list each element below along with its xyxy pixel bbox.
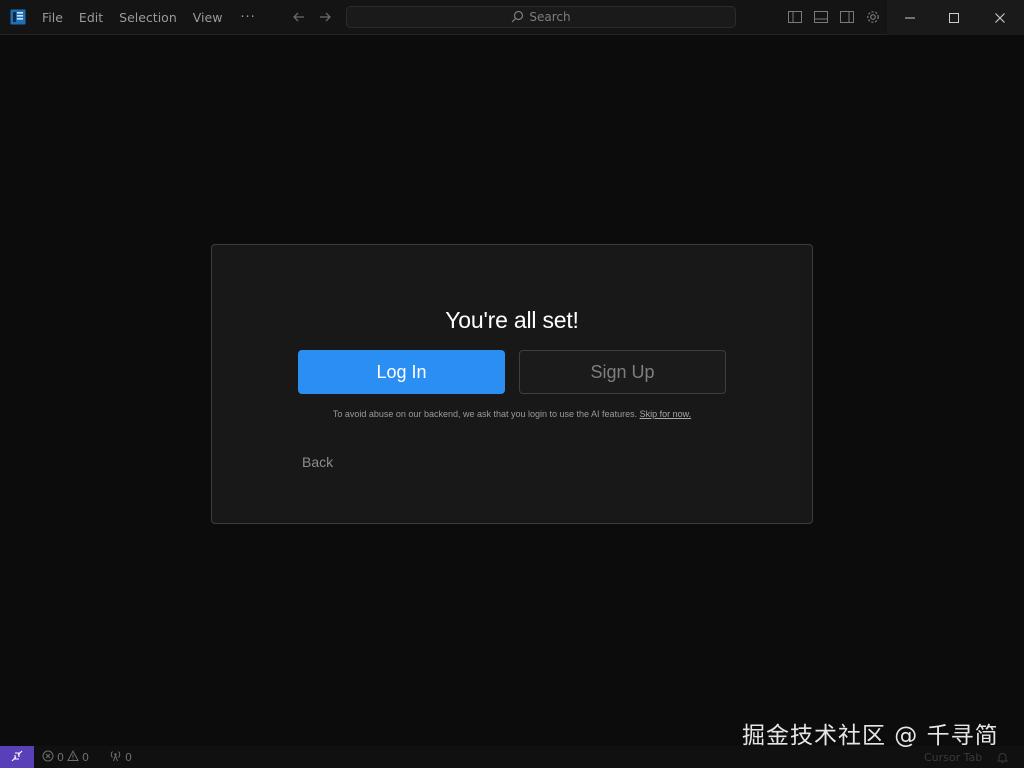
problems-status[interactable]: 0 0 <box>42 746 89 768</box>
search-placeholder: Search <box>529 10 571 24</box>
menu-view[interactable]: View <box>185 0 231 35</box>
app-logo-icon <box>10 9 26 25</box>
window-controls <box>887 0 1024 35</box>
error-icon <box>42 750 54 765</box>
minimize-icon[interactable] <box>887 0 933 35</box>
remote-indicator[interactable] <box>0 746 34 768</box>
warning-icon <box>67 749 79 765</box>
title-bar: File Edit Selection View ··· Search <box>0 0 1024 35</box>
close-icon[interactable] <box>977 0 1023 35</box>
skip-for-now-link[interactable]: Skip for now. <box>640 409 692 419</box>
back-link[interactable]: Back <box>302 454 333 470</box>
maximize-icon[interactable] <box>931 0 977 35</box>
menu-edit[interactable]: Edit <box>71 0 111 35</box>
broadcast-icon <box>109 749 122 765</box>
dialog-title: You're all set! <box>445 307 579 333</box>
menu-file[interactable]: File <box>34 0 71 35</box>
command-center-search[interactable]: Search <box>346 6 736 28</box>
toggle-secondary-sidebar-icon[interactable] <box>839 9 855 25</box>
toggle-primary-sidebar-icon[interactable] <box>787 9 803 25</box>
settings-gear-icon[interactable] <box>865 9 881 25</box>
watermark: 掘金技术社区 @ 千寻简 <box>742 723 999 749</box>
login-dialog: You're all set! Log In Sign Up To avoid … <box>211 244 813 524</box>
toggle-panel-icon[interactable] <box>813 9 829 25</box>
back-arrow-icon[interactable] <box>290 8 308 26</box>
login-button[interactable]: Log In <box>298 350 505 394</box>
forward-arrow-icon[interactable] <box>316 8 334 26</box>
ports-count: 0 <box>125 750 132 764</box>
more-menu-icon[interactable]: ··· <box>230 10 265 25</box>
signup-button[interactable]: Sign Up <box>519 350 726 394</box>
ports-status[interactable]: 0 <box>109 746 132 768</box>
menu-selection[interactable]: Selection <box>111 0 185 35</box>
warning-count: 0 <box>82 750 89 764</box>
search-icon <box>511 8 524 27</box>
error-count: 0 <box>57 750 64 764</box>
menu-bar: File Edit Selection View ··· <box>34 0 266 35</box>
login-notice: To avoid abuse on our backend, we ask th… <box>212 409 812 419</box>
remote-icon <box>10 748 24 767</box>
notice-text: To avoid abuse on our backend, we ask th… <box>332 409 638 419</box>
